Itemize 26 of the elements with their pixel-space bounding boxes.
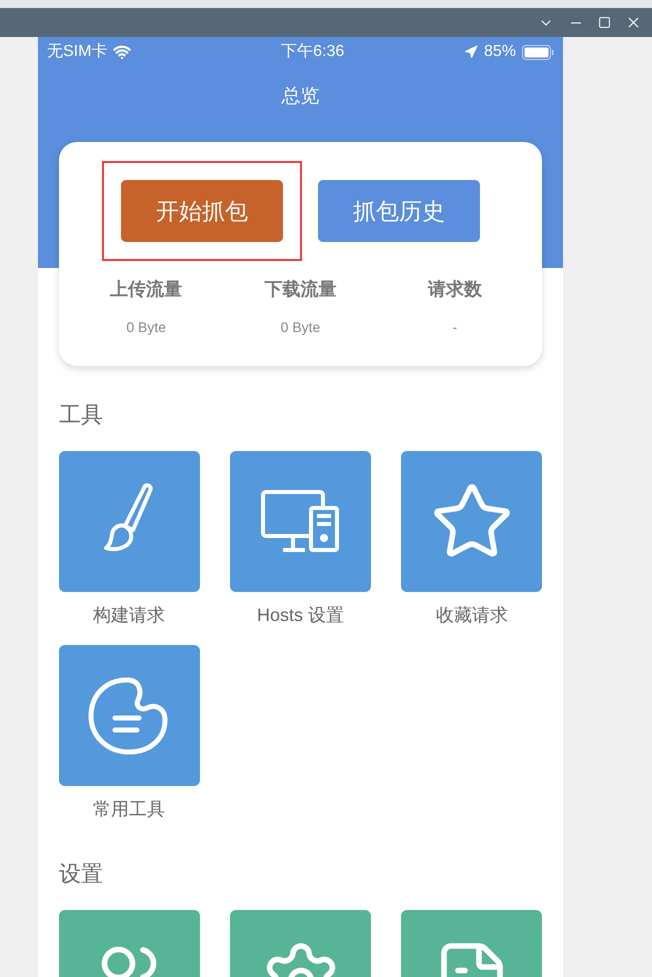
tool-label: 收藏请求 — [436, 604, 508, 627]
stat-value: 0 Byte — [126, 318, 166, 337]
tool-label: 常用工具 — [93, 798, 166, 821]
carrier-label: 无SIM卡 — [47, 42, 108, 62]
stat-label: 下载流量 — [264, 278, 336, 301]
tool-tile[interactable] — [58, 451, 200, 592]
stat-label: 请求数 — [428, 278, 482, 301]
maximize-icon[interactable] — [598, 16, 611, 29]
status-time: 下午6:36 — [280, 42, 344, 62]
tool-label: 构建请求 — [93, 604, 166, 627]
location-arrow-icon — [464, 45, 478, 59]
battery-percent: 85% — [484, 42, 516, 62]
page-title: 总览 — [282, 84, 320, 109]
stat-value: - — [452, 318, 458, 337]
wifi-icon — [113, 43, 132, 61]
tool-label: Hosts 设置 — [256, 604, 344, 627]
tool-tile[interactable] — [401, 451, 542, 592]
tool-tile[interactable] — [230, 451, 371, 592]
action-button[interactable]: 抓包历史 — [318, 180, 480, 242]
section-title: 设置 — [59, 860, 104, 888]
stat-value: 0 Byte — [280, 318, 320, 337]
tool-tile[interactable] — [58, 645, 200, 786]
section-title: 工具 — [59, 401, 104, 429]
stat-label: 上传流量 — [110, 278, 182, 301]
action-button[interactable]: 开始抓包 — [121, 180, 283, 242]
battery-icon — [522, 44, 554, 60]
